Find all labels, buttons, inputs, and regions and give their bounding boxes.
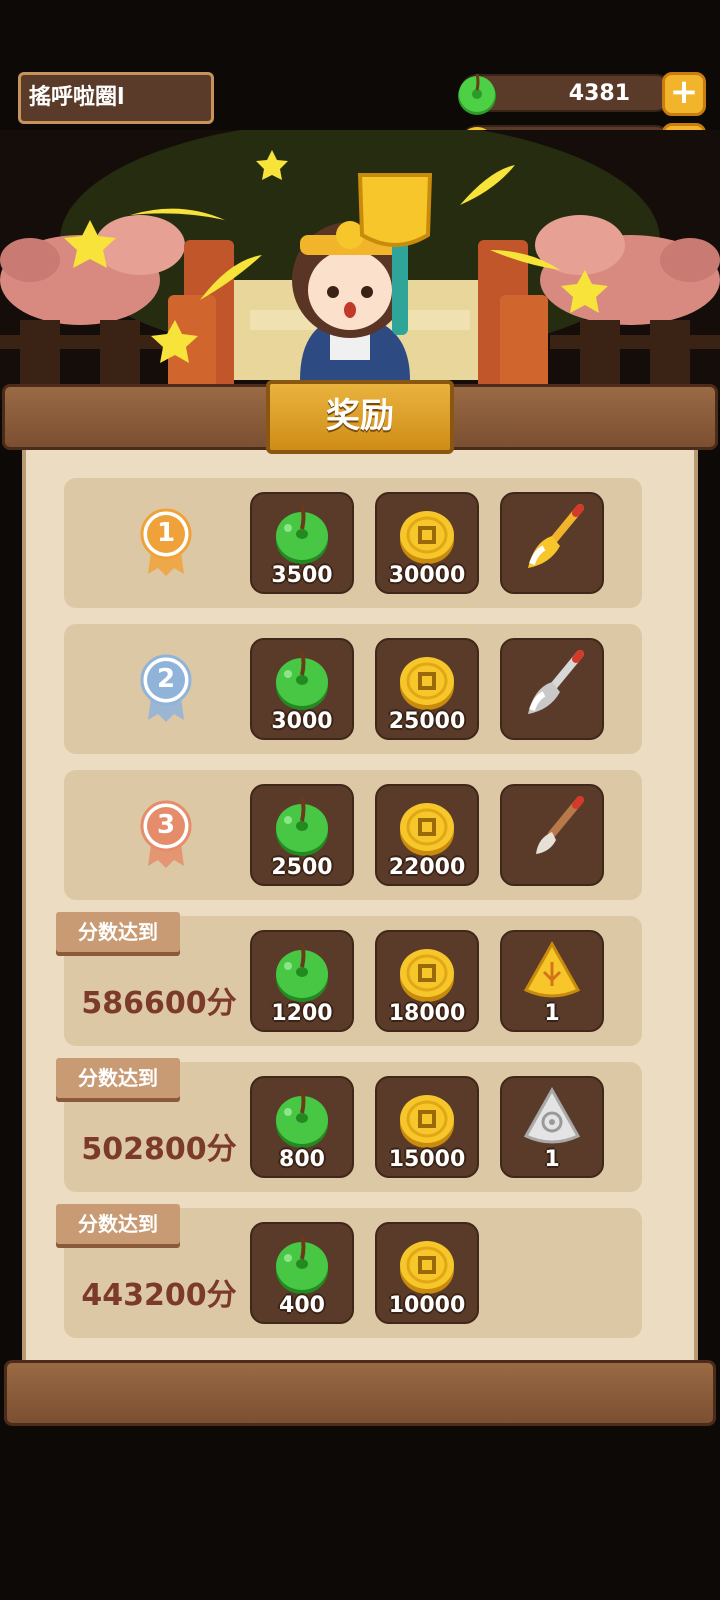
score-threshold-value: 502800分 [81,1132,237,1167]
rank-reward-row: 1 3500 30000 [64,478,642,608]
reward-item[interactable]: 22000 [375,784,479,886]
reward-item[interactable]: 15000 [375,1076,479,1178]
add-jade-button[interactable]: + [662,72,706,116]
rank-reward-row: 3 2500 22000 [64,770,642,900]
winner-scene [0,130,720,400]
rank-medal-icon: 3 [138,800,194,870]
reward-screen: 搖呼啦圈l 4381 + 16732301 + [0,0,720,1600]
score-threshold-label: 分数达到 [56,912,180,952]
reward-item[interactable]: 25000 [375,638,479,740]
green-jade-icon [458,73,496,115]
reward-item[interactable]: 10000 [375,1222,479,1324]
reward-item[interactable]: 2500 [250,784,354,886]
reward-item[interactable]: 3000 [250,638,354,740]
reward-item[interactable] [500,784,604,886]
item-count: 800 [279,1147,325,1172]
jade-currency: 4381 + [458,72,706,116]
item-count: 22000 [388,855,466,880]
reward-item[interactable] [500,492,604,594]
reward-item[interactable]: 800 [250,1076,354,1178]
reward-item[interactable]: 30000 [375,492,479,594]
reward-item[interactable] [500,638,604,740]
item-count: 18000 [388,1001,466,1026]
score-reward-row: 分数达到 502800分 800 15000 1 [56,1058,642,1192]
score-reward-row: 分数达到 443200分 400 10000 [56,1204,642,1338]
reward-item[interactable]: 1 [500,930,604,1032]
item-count: 10000 [388,1293,466,1318]
item-count: 15000 [388,1147,466,1172]
reward-item[interactable]: 3500 [250,492,354,594]
rank-number: 2 [156,664,176,694]
item-count: 25000 [388,709,466,734]
item-count: 3000 [271,709,333,734]
rank-number: 1 [156,518,176,548]
score-reward-row: 分数达到 586600分 1200 18000 1 [56,912,642,1046]
rank-reward-row: 2 3000 25000 [64,624,642,754]
item-count: 3500 [271,563,333,588]
jade-amount: 4381 [568,81,630,106]
score-threshold-label: 分数达到 [56,1058,180,1098]
reward-item[interactable]: 1 [500,1076,604,1178]
panel-title: 奖励 [266,380,454,454]
footer-plank [4,1360,716,1426]
score-threshold-label: 分数达到 [56,1204,180,1244]
item-count: 30000 [388,563,466,588]
reward-item[interactable]: 400 [250,1222,354,1324]
item-count: 1200 [271,1001,333,1026]
player-name: 搖呼啦圈l [18,72,214,124]
rank-medal-icon: 1 [138,508,194,578]
item-count: 1 [544,1001,560,1026]
score-threshold-value: 443200分 [81,1278,237,1313]
rank-number: 3 [156,810,176,840]
reward-item[interactable]: 18000 [375,930,479,1032]
reward-item[interactable]: 1200 [250,930,354,1032]
item-count: 2500 [271,855,333,880]
item-count: 1 [544,1147,560,1172]
item-count: 400 [279,1293,325,1318]
rank-medal-icon: 2 [138,654,194,724]
score-threshold-value: 586600分 [81,986,237,1021]
